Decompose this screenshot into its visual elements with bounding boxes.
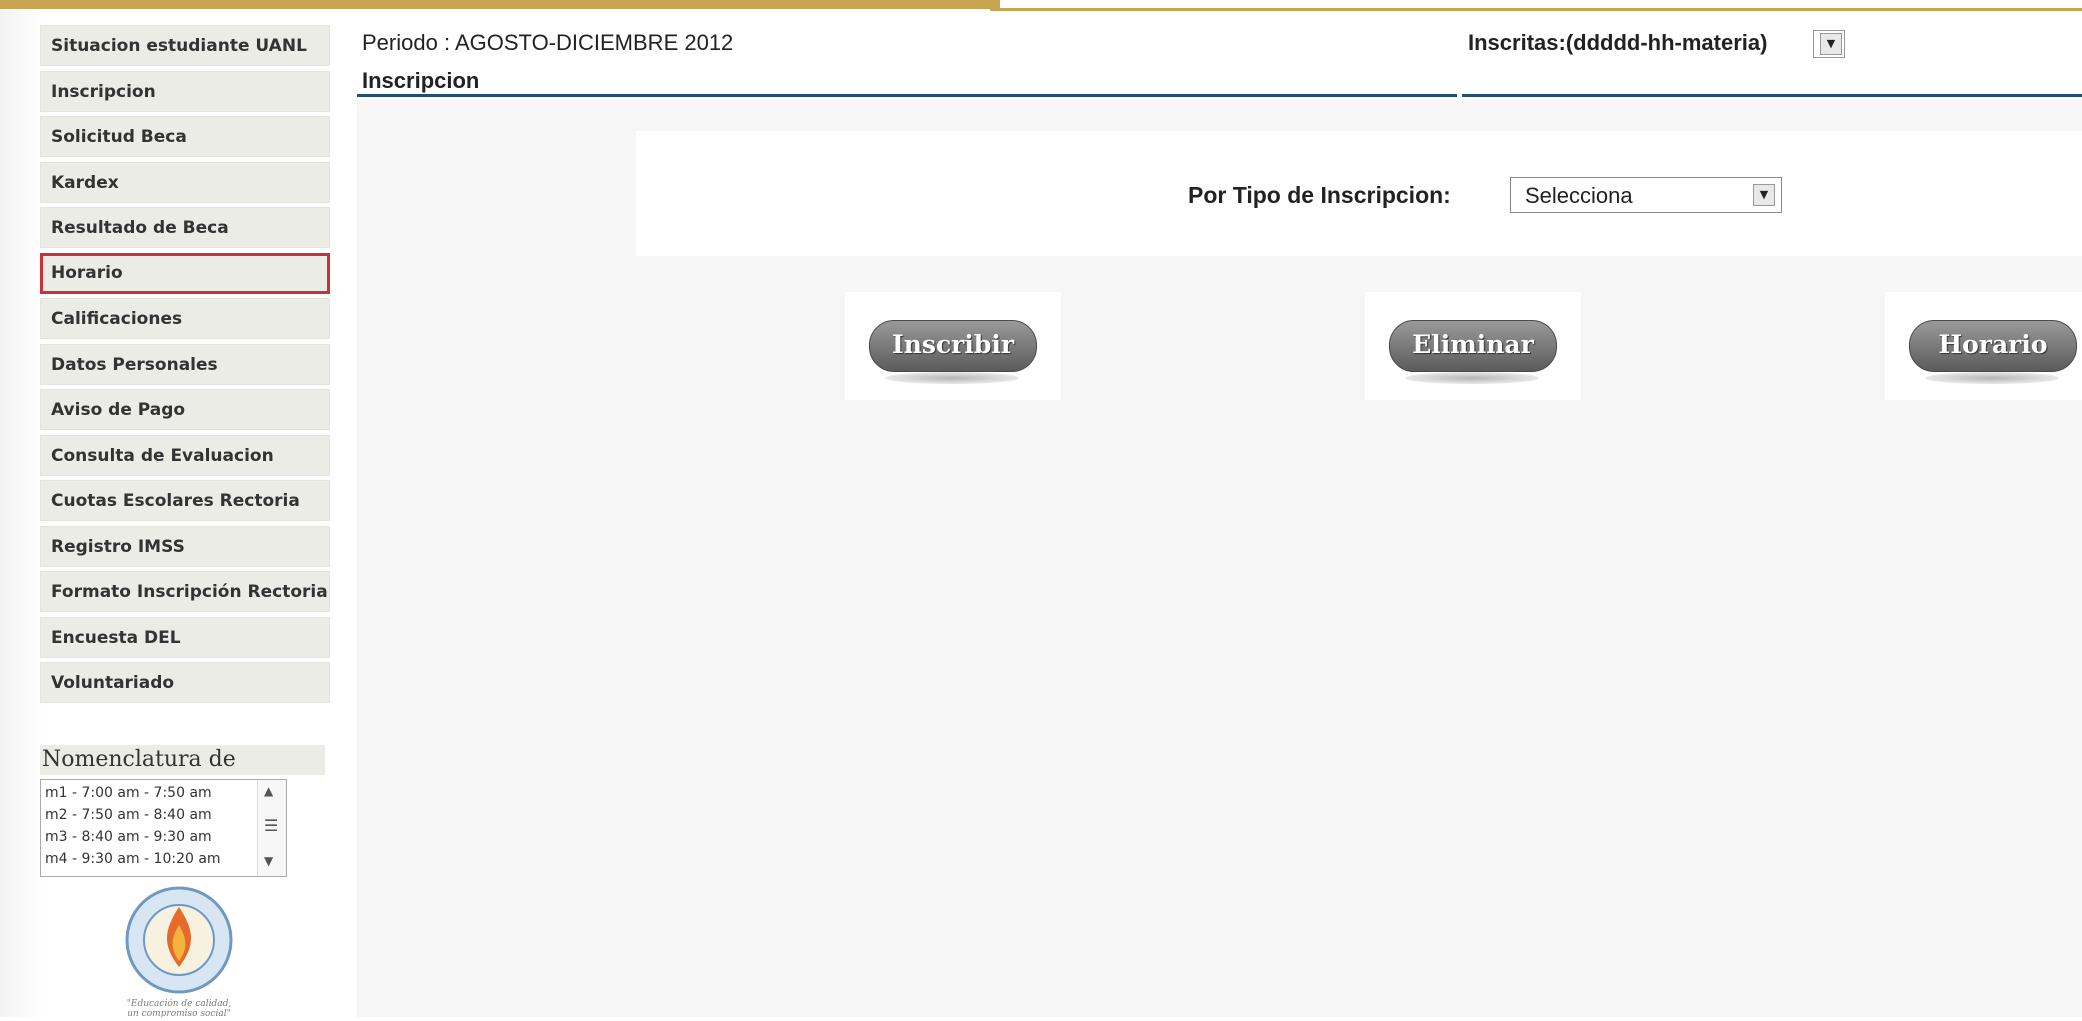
button-shadow: [1405, 372, 1539, 384]
nomenclature-listbox[interactable]: m1 - 7:00 am - 7:50 am m2 - 7:50 am - 8:…: [40, 779, 287, 877]
sidebar-item-horario[interactable]: Horario: [40, 252, 330, 294]
sidebar-item-situacion[interactable]: Situacion estudiante UANL: [40, 25, 330, 66]
schedule-nomenclature-panel: Nomenclatura de Horario m1 - 7:00 am - 7…: [40, 745, 325, 877]
tipo-inscripcion-select[interactable]: Selecciona ▼: [1510, 177, 1782, 213]
chevron-down-icon[interactable]: ▼: [1753, 184, 1775, 206]
nomenclature-line: m4 - 9:30 am - 10:20 am: [45, 851, 221, 867]
tipo-inscripcion-label: Por Tipo de Inscripcion:: [1188, 182, 1451, 208]
svg-text:"Educación de calidad,: "Educación de calidad,: [127, 998, 232, 1009]
scroll-up-icon[interactable]: ▲: [264, 784, 273, 798]
eliminar-button[interactable]: Eliminar: [1389, 320, 1557, 372]
nomenclature-line: m1 - 7:00 am - 7:50 am: [45, 785, 212, 801]
top-accent-line: [990, 8, 2082, 11]
sidebar-item-consulta-evaluacion[interactable]: Consulta de Evaluacion: [40, 434, 330, 476]
svg-text:un compromiso social": un compromiso social": [127, 1009, 231, 1017]
sidebar-item-inscripcion[interactable]: Inscripcion: [40, 70, 330, 112]
nomenclature-scrollbar[interactable]: ▲ ☰ ▼: [257, 780, 286, 876]
inscribir-button[interactable]: Inscribir: [869, 320, 1037, 372]
header-divider-right: [1462, 94, 2082, 97]
sidebar-nav: Situacion estudiante UANL Inscripcion So…: [40, 25, 330, 708]
period-label: Periodo : AGOSTO-DICIEMBRE 2012: [362, 30, 734, 55]
sidebar-item-datos-personales[interactable]: Datos Personales: [40, 343, 330, 385]
nomenclature-line: m2 - 7:50 am - 8:40 am: [45, 807, 212, 823]
horario-button-container: Horario: [1885, 292, 2082, 400]
tipo-inscripcion-value: Selecciona: [1525, 183, 1633, 208]
button-shadow: [885, 372, 1019, 384]
left-background-strip: [0, 10, 44, 1017]
sidebar-item-aviso-pago[interactable]: Aviso de Pago: [40, 389, 330, 430]
sidebar-item-registro-imss[interactable]: Registro IMSS: [40, 525, 330, 567]
sidebar-item-encuesta-del[interactable]: Encuesta DEL: [40, 616, 330, 658]
nomenclature-title: Nomenclatura de Horario: [40, 745, 325, 802]
eliminar-button-container: Eliminar: [1365, 292, 1581, 400]
nomenclature-line: m3 - 8:40 am - 9:30 am: [45, 829, 212, 845]
horario-button[interactable]: Horario: [1909, 320, 2077, 372]
header-divider: [357, 94, 1457, 97]
sidebar-item-calificaciones[interactable]: Calificaciones: [40, 298, 330, 339]
top-accent-bar: [0, 0, 1000, 9]
page-title: Inscripcion: [362, 68, 480, 93]
sidebar-item-formato-inscripcion[interactable]: Formato Inscripción Rectoria: [40, 571, 330, 612]
sidebar-item-resultado-beca[interactable]: Resultado de Beca: [40, 207, 330, 248]
sidebar-item-voluntariado[interactable]: Voluntariado: [40, 662, 330, 703]
sidebar-item-cuotas-escolares[interactable]: Cuotas Escolares Rectoria: [40, 480, 330, 521]
scroll-thumb-icon[interactable]: ☰: [264, 816, 278, 835]
scroll-down-icon[interactable]: ▼: [264, 854, 273, 868]
uanl-seal-logo: "Educación de calidad, un compromiso soc…: [104, 885, 254, 1019]
inscritas-dropdown[interactable]: ▼: [1813, 30, 1845, 58]
chevron-down-icon[interactable]: ▼: [1820, 33, 1842, 55]
sidebar-item-solicitud-beca[interactable]: Solicitud Beca: [40, 116, 330, 157]
button-shadow: [1925, 372, 2059, 384]
sidebar-item-kardex[interactable]: Kardex: [40, 161, 330, 203]
inscritas-label: Inscritas:(ddddd-hh-materia): [1468, 30, 1768, 55]
inscribir-button-container: Inscribir: [845, 292, 1061, 400]
